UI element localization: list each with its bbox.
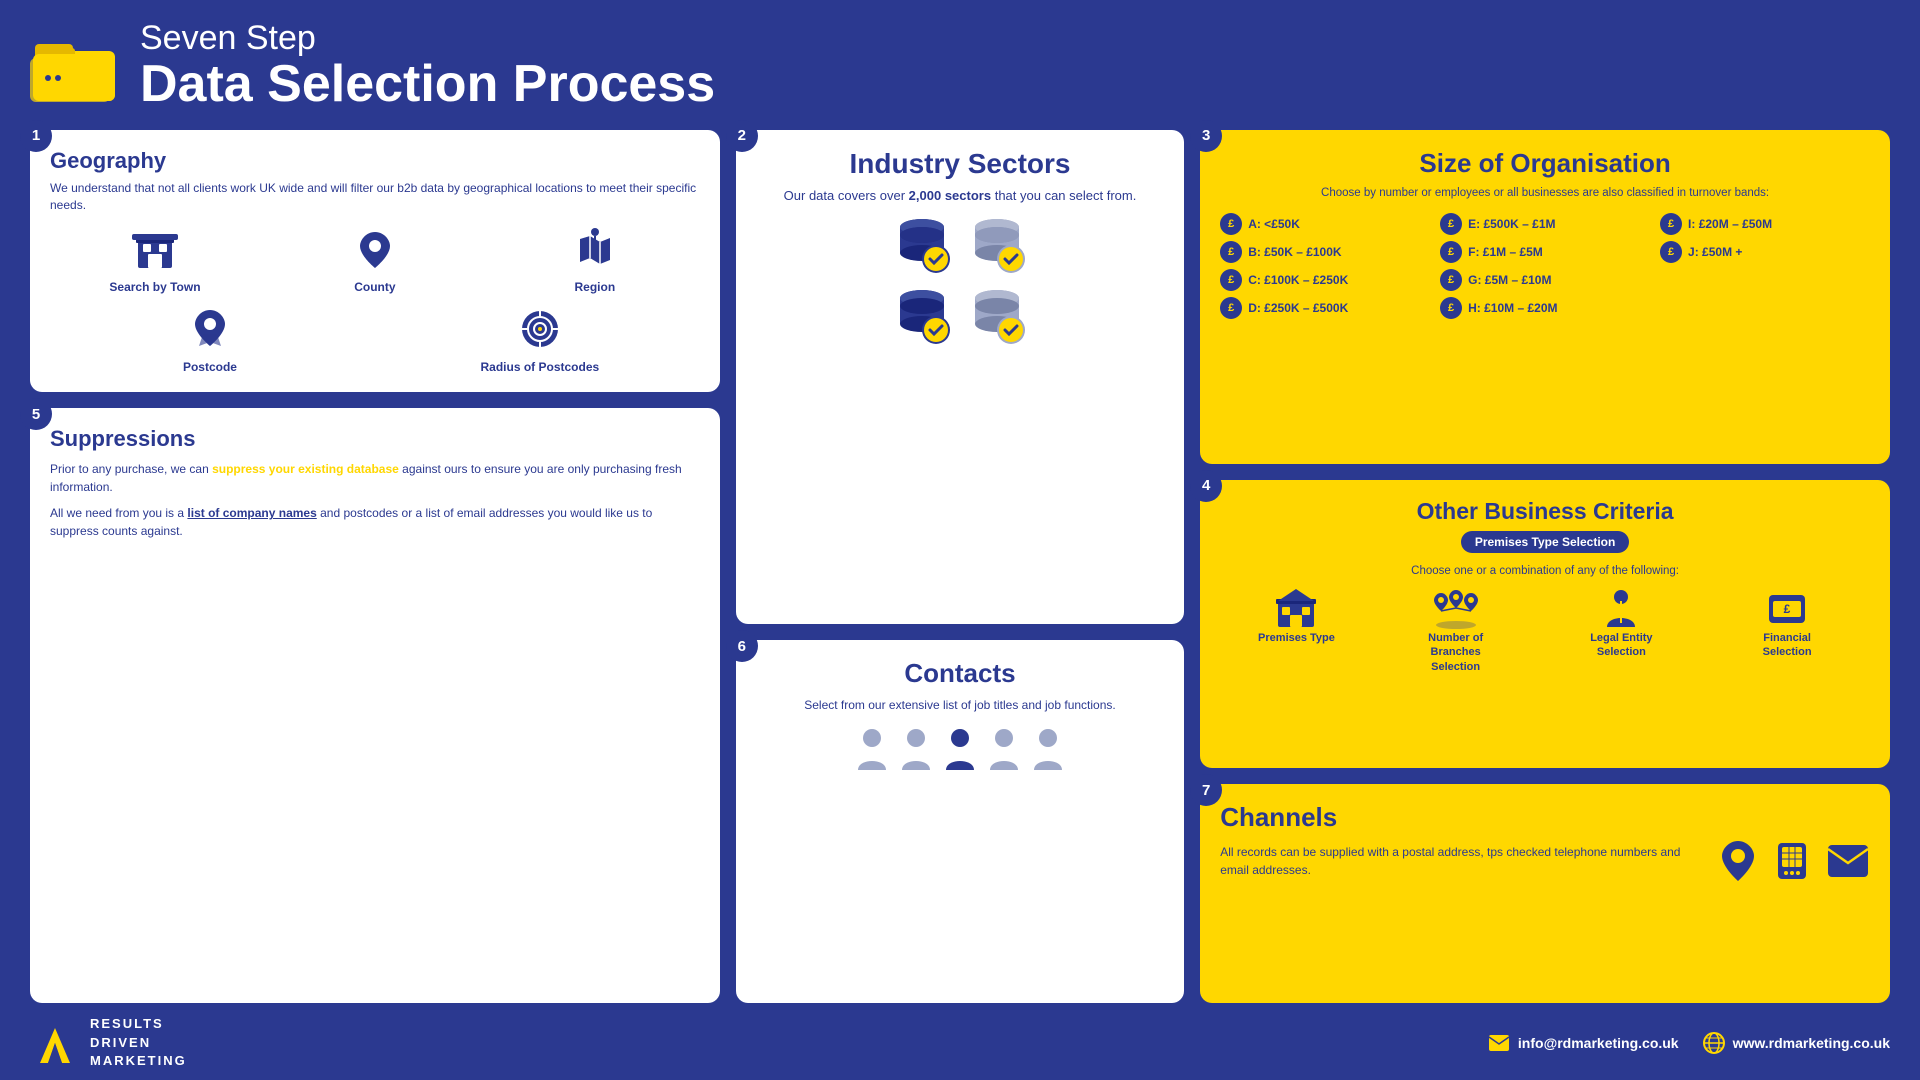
geo-label-county: County [354, 280, 395, 294]
header: Seven Step Data Selection Process [30, 20, 1890, 112]
footer-globe-icon [1703, 1032, 1725, 1054]
geo-item-region: Region [490, 224, 700, 294]
channels-icons [1718, 839, 1870, 883]
band-j: £ J: £50M + [1660, 241, 1870, 263]
header-subtitle: Seven Step [140, 20, 715, 57]
location-icon [1718, 839, 1758, 883]
step4-title: Other Business Criteria [1220, 498, 1870, 525]
geo-icons-row1: Search by Town County [50, 224, 700, 294]
geo-item-town: Search by Town [50, 224, 260, 294]
criteria-legal-label: Legal Entity Selection [1576, 631, 1666, 660]
legal-icon [1599, 587, 1643, 631]
svg-text:£: £ [1784, 602, 1791, 616]
criteria-financial-label: Financial Selection [1742, 631, 1832, 660]
criteria-premises-label: Premises Type [1258, 631, 1335, 645]
step6-badge: 6 [726, 630, 758, 662]
geo-label-radius: Radius of Postcodes [481, 360, 600, 374]
channels-content: All records can be supplied with a posta… [1220, 839, 1870, 883]
geo-item-postcode: Postcode [50, 304, 370, 374]
step3-subtitle: Choose by number or employees or all bus… [1220, 185, 1870, 201]
db-icon-2 [965, 213, 1030, 278]
step5-title: Suppressions [50, 426, 700, 452]
geo-item-radius: Radius of Postcodes [380, 304, 700, 374]
step3-bands: £ A: <£50K £ E: £500K – £1M £ I: £20M – … [1220, 213, 1870, 319]
page-container: Seven Step Data Selection Process 1 Geog… [0, 0, 1920, 1080]
step5-badge: 5 [20, 398, 52, 430]
band-e: £ E: £500K – £1M [1440, 213, 1650, 235]
criteria-financial: £ Financial Selection [1742, 587, 1832, 660]
band-d: £ D: £250K – £500K [1220, 297, 1430, 319]
step6-title: Contacts [756, 658, 1164, 689]
person-icon-4 [986, 726, 1022, 770]
step1-title: Geography [50, 148, 700, 174]
step2-card: 2 Industry Sectors Our data covers over … [736, 130, 1184, 624]
premises-icon [1274, 587, 1318, 631]
person-icon-2 [898, 726, 934, 770]
geo-label-postcode: Postcode [183, 360, 237, 374]
logo-icon [30, 1023, 80, 1063]
step7-badge: 7 [1190, 774, 1222, 806]
step2-badge: 2 [726, 120, 758, 152]
person-icon-3 [942, 726, 978, 770]
criteria-icons: Premises Type [1220, 587, 1870, 674]
band-g: £ G: £5M – £10M [1440, 269, 1650, 291]
band-i: £ I: £20M – £50M [1660, 213, 1870, 235]
criteria-premises: Premises Type [1258, 587, 1335, 645]
step5-para2: All we need from you is a list of compan… [50, 504, 700, 540]
db-icon-3 [890, 284, 955, 349]
email-icon [1826, 843, 1870, 879]
step3-title: Size of Organisation [1220, 148, 1870, 179]
footer-logo: RESULTS DRIVEN MARKETING [30, 1015, 187, 1070]
step1-card: 1 Geography We understand that not all c… [30, 130, 720, 392]
db-icon-4 [965, 284, 1030, 349]
footer-logo-text: RESULTS DRIVEN MARKETING [90, 1015, 187, 1070]
header-text: Seven Step Data Selection Process [140, 20, 715, 112]
contact-people [756, 726, 1164, 770]
criteria-legal: Legal Entity Selection [1576, 587, 1666, 660]
step4-card: 4 Other Business Criteria Premises Type … [1200, 480, 1890, 768]
geo-item-county: County [270, 224, 480, 294]
step2-title: Industry Sectors [756, 148, 1164, 180]
footer-email-icon [1488, 1034, 1510, 1052]
geo-label-region: Region [574, 280, 615, 294]
telephone-icon [1772, 839, 1812, 883]
step7-card: 7 Channels All records can be supplied w… [1200, 784, 1890, 1003]
header-title: Data Selection Process [140, 57, 715, 112]
band-a: £ A: <£50K [1220, 213, 1430, 235]
step7-title: Channels [1220, 802, 1870, 833]
step2-description: Our data covers over 2,000 sectors that … [756, 186, 1164, 206]
financial-icon: £ [1765, 587, 1809, 631]
step7-description: All records can be supplied with a posta… [1220, 843, 1698, 879]
step6-description: Select from our extensive list of job ti… [756, 697, 1164, 714]
step5-card: 5 Suppressions Prior to any purchase, we… [30, 408, 720, 1003]
step4-subtitle: Choose one or a combination of any of th… [1220, 565, 1870, 577]
footer-website: www.rdmarketing.co.uk [1703, 1032, 1890, 1054]
header-icon [30, 26, 120, 106]
step5-para1: Prior to any purchase, we can suppress y… [50, 460, 700, 496]
step1-badge: 1 [20, 120, 52, 152]
person-icon-1 [854, 726, 890, 770]
band-h: £ H: £10M – £20M [1440, 297, 1650, 319]
step6-card: 6 Contacts Select from our extensive lis… [736, 640, 1184, 1003]
step4-badge-label: Premises Type Selection [1461, 531, 1630, 553]
step3-card: 3 Size of Organisation Choose by number … [1200, 130, 1890, 464]
footer-email: info@rdmarketing.co.uk [1488, 1034, 1679, 1052]
band-f: £ F: £1M – £5M [1440, 241, 1650, 263]
branches-icon [1431, 587, 1481, 631]
geo-icons-row2: Postcode [50, 304, 700, 374]
step5-highlight2: list of company names [187, 506, 316, 520]
criteria-branches: Number of Branches Selection [1411, 587, 1501, 674]
person-icon-5 [1030, 726, 1066, 770]
step3-badge: 3 [1190, 120, 1222, 152]
step5-highlight1: suppress your existing database [212, 462, 399, 476]
step1-description: We understand that not all clients work … [50, 180, 700, 214]
step4-badge: 4 [1190, 470, 1222, 502]
band-c: £ C: £100K – £250K [1220, 269, 1430, 291]
footer-contact: info@rdmarketing.co.uk www.rdmarketing.c… [1488, 1032, 1890, 1054]
criteria-branches-label: Number of Branches Selection [1411, 631, 1501, 674]
geo-label-town: Search by Town [109, 280, 200, 294]
band-b: £ B: £50K – £100K [1220, 241, 1430, 263]
db-icon-1 [890, 213, 955, 278]
footer: RESULTS DRIVEN MARKETING info@rdmarketin… [30, 1007, 1890, 1070]
